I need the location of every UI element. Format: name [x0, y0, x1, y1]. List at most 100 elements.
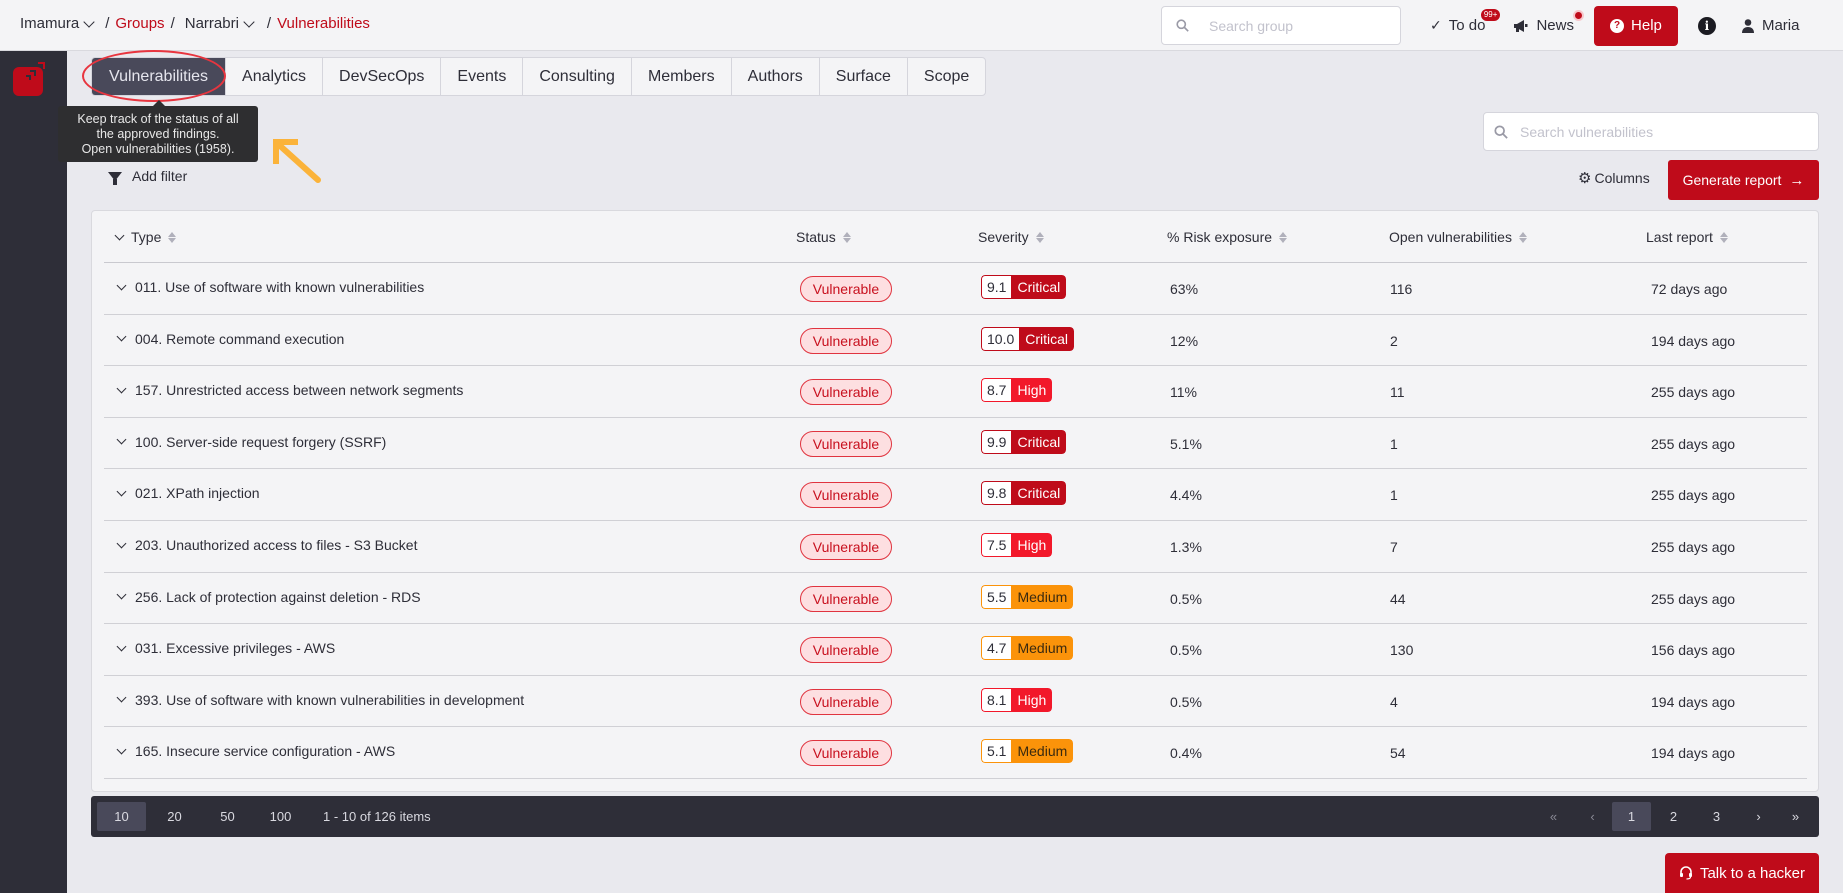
type-cell[interactable]: 157. Unrestricted access between network…: [116, 382, 463, 398]
breadcrumb-separator: /: [266, 15, 272, 32]
vulnerability-type: 157. Unrestricted access between network…: [135, 382, 464, 399]
breadcrumb-groups[interactable]: Groups: [115, 15, 164, 32]
chevron-down-icon[interactable]: [114, 230, 125, 240]
risk-exposure-cell: 12%: [1170, 332, 1199, 349]
todo-label: To do: [1448, 17, 1486, 34]
severity-badge: 9.9 Critical: [981, 429, 1067, 454]
table-row[interactable]: 165. Insecure service configuration - AW…: [104, 727, 1807, 779]
last-page-button[interactable]: »: [1776, 802, 1815, 831]
type-cell[interactable]: 203. Unauthorized access to files - S3 B…: [116, 537, 417, 553]
chevron-down-icon[interactable]: [116, 589, 127, 600]
chevron-down-icon[interactable]: [116, 692, 127, 703]
severity-badge: 7.5 High: [981, 533, 1053, 557]
news-button[interactable]: News: [1513, 12, 1582, 34]
page-size-20[interactable]: 20: [150, 802, 199, 831]
type-cell[interactable]: 031. Excessive privileges - AWS: [116, 640, 335, 656]
tab-surface[interactable]: Surface: [820, 58, 908, 95]
open-vulnerabilities-cell: 130: [1390, 642, 1414, 659]
app-logo-icon[interactable]: [12, 61, 48, 97]
chevron-down-icon[interactable]: [116, 331, 127, 342]
table-row[interactable]: 157. Unrestricted access between network…: [104, 366, 1807, 418]
table-row[interactable]: 021. XPath injection Vulnerable 9.8 Critica…: [104, 469, 1807, 521]
table-row[interactable]: 004. Remote command execution Vulnerable 1…: [104, 315, 1807, 367]
sort-icon[interactable]: [168, 231, 177, 243]
tab-members[interactable]: Members: [632, 58, 732, 95]
sort-icon[interactable]: [1518, 231, 1527, 243]
sort-icon[interactable]: [1035, 231, 1044, 243]
breadcrumb-org[interactable]: Imamura: [20, 15, 99, 32]
page-size-50[interactable]: 50: [203, 802, 252, 831]
tab-scope[interactable]: Scope: [908, 58, 985, 95]
column-header-type[interactable]: Type: [114, 229, 177, 245]
breadcrumb-group[interactable]: Narrabri: [181, 15, 259, 32]
tab-devsecops[interactable]: DevSecOps: [323, 58, 442, 95]
page-size-10[interactable]: 10: [97, 802, 146, 831]
sort-icon[interactable]: [1279, 231, 1288, 243]
tab-authors[interactable]: Authors: [732, 58, 820, 95]
column-header-status[interactable]: Status: [796, 229, 851, 245]
column-header-open-vulnerabilities[interactable]: Open vulnerabilities: [1389, 229, 1527, 245]
severity-score: 5.1: [981, 739, 1012, 764]
column-header-risk-exposure[interactable]: % Risk exposure: [1167, 229, 1288, 245]
sort-icon[interactable]: [842, 231, 851, 243]
column-header-last-report[interactable]: Last report: [1646, 229, 1728, 245]
vulnerability-type: 011. Use of software with known vulnerab…: [135, 279, 425, 295]
page-button-1[interactable]: 1: [1612, 802, 1651, 831]
tab-consulting[interactable]: Consulting: [523, 58, 632, 95]
type-cell[interactable]: 011. Use of software with known vulnerab…: [116, 279, 424, 295]
type-cell[interactable]: 004. Remote command execution: [116, 331, 344, 347]
table-row[interactable]: 393. Use of software with known vulnerab…: [104, 676, 1807, 728]
talk-to-hacker-button[interactable]: Talk to a hacker: [1665, 853, 1819, 893]
tab-vulnerabilities[interactable]: Vulnerabilities: [92, 58, 227, 95]
add-filter-button[interactable]: Add filter: [108, 168, 187, 185]
last-report-cell: 255 days ago: [1651, 435, 1736, 452]
chevron-down-icon[interactable]: [116, 383, 127, 394]
filter-icon: [108, 171, 122, 185]
vulnerability-type: 004. Remote command execution: [135, 330, 345, 347]
sort-icon[interactable]: [1719, 231, 1728, 243]
info-icon[interactable]: i: [1697, 16, 1716, 35]
breadcrumb-current[interactable]: Vulnerabilities: [277, 15, 370, 32]
status-badge: Vulnerable: [800, 276, 892, 302]
type-cell[interactable]: 021. XPath injection: [116, 485, 260, 501]
page-button-2[interactable]: 2: [1654, 802, 1693, 831]
chevron-down-icon[interactable]: [116, 434, 127, 445]
search-group-input[interactable]: [1209, 17, 1379, 34]
help-button[interactable]: ? Help: [1593, 5, 1678, 46]
chevron-left-icon: ‹: [1590, 809, 1595, 824]
vulnerability-type: 203. Unauthorized access to files - S3 B…: [135, 537, 418, 553]
breadcrumb: Imamura / Groups / Narrabri / Vulnerabil…: [20, 15, 370, 32]
table-row[interactable]: 203. Unauthorized access to files - S3 B…: [104, 521, 1807, 573]
table-row[interactable]: 031. Excessive privileges - AWS Vulnerabl…: [104, 624, 1807, 676]
page-button-3[interactable]: 3: [1697, 802, 1736, 831]
todo-button[interactable]: ✓ To do 99+: [1430, 9, 1501, 34]
type-cell[interactable]: 256. Lack of protection against deletion…: [116, 589, 421, 605]
type-cell[interactable]: 100. Server-side request forgery (SSRF): [116, 434, 386, 450]
search-vulnerabilities-input[interactable]: [1520, 123, 1810, 140]
table-row[interactable]: 100. Server-side request forgery (SSRF) V…: [104, 418, 1807, 470]
chevron-down-icon[interactable]: [116, 486, 127, 497]
user-menu[interactable]: Maria: [1741, 17, 1799, 34]
previous-page-button[interactable]: ‹: [1573, 802, 1612, 831]
type-cell[interactable]: 393. Use of software with known vulnerab…: [116, 692, 524, 708]
next-page-button[interactable]: ›: [1739, 802, 1778, 831]
breadcrumb-org-label: Imamura: [20, 15, 80, 32]
tab-analytics[interactable]: Analytics: [226, 58, 324, 95]
tab-events[interactable]: Events: [441, 58, 524, 95]
generate-report-button[interactable]: Generate report →: [1668, 160, 1819, 200]
tab-tooltip: Keep track of the status of all the appr…: [58, 100, 258, 162]
table-row[interactable]: 011. Use of software with known vulnerab…: [104, 263, 1807, 315]
chevron-down-icon[interactable]: [116, 538, 127, 548]
type-cell[interactable]: 165. Insecure service configuration - AW…: [116, 743, 395, 759]
table-row[interactable]: 256. Lack of protection against deletion…: [104, 573, 1807, 625]
chevron-down-icon[interactable]: [116, 744, 127, 755]
first-page-button[interactable]: «: [1534, 802, 1573, 831]
page-size-100[interactable]: 100: [256, 802, 305, 831]
columns-button[interactable]: ⚙ Columns: [1578, 169, 1650, 187]
chevron-down-icon[interactable]: [116, 641, 127, 652]
search-vulnerabilities-field[interactable]: [1483, 112, 1819, 151]
severity-score: 8.7: [981, 378, 1012, 403]
column-header-severity[interactable]: Severity: [978, 229, 1044, 245]
search-group-field[interactable]: [1161, 6, 1401, 45]
chevron-down-icon[interactable]: [116, 280, 127, 290]
